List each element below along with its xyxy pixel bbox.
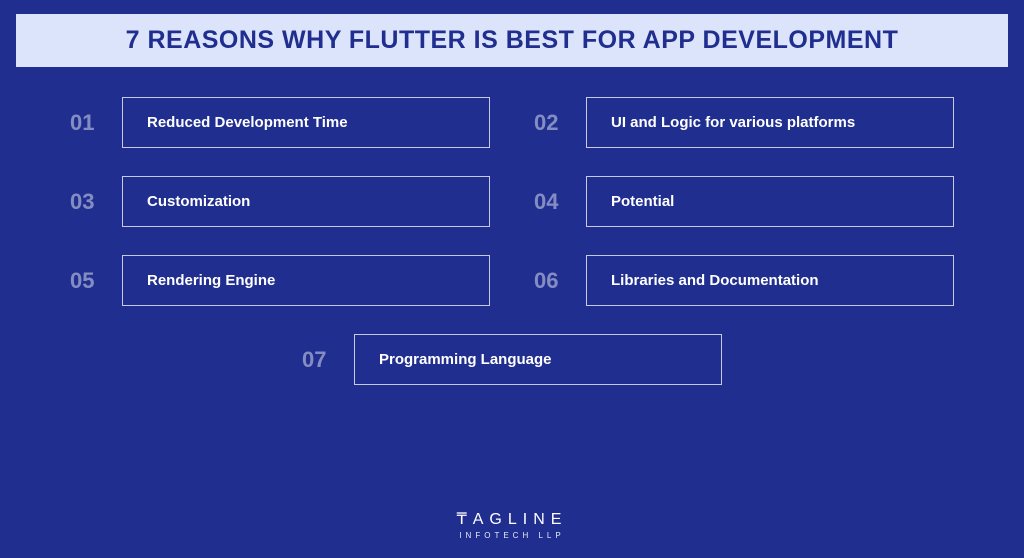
row-4: 07 Programming Language xyxy=(70,334,954,385)
reason-item-4: 04 Potential xyxy=(534,176,954,227)
reason-number: 06 xyxy=(534,268,568,294)
reason-number: 04 xyxy=(534,189,568,215)
reasons-grid: 01 Reduced Development Time 02 UI and Lo… xyxy=(0,67,1024,385)
reason-number: 01 xyxy=(70,110,104,136)
row-1: 01 Reduced Development Time 02 UI and Lo… xyxy=(70,97,954,148)
reason-box: Programming Language xyxy=(354,334,722,385)
title-bar: 7 REASONS WHY FLUTTER IS BEST FOR APP DE… xyxy=(16,14,1008,67)
logo: ₸AGLINE INFOTECH LLP xyxy=(457,509,568,540)
reason-item-6: 06 Libraries and Documentation xyxy=(534,255,954,306)
reason-box: Libraries and Documentation xyxy=(586,255,954,306)
logo-brand: ₸AGLINE xyxy=(457,509,568,529)
reason-item-5: 05 Rendering Engine xyxy=(70,255,490,306)
row-2: 03 Customization 04 Potential xyxy=(70,176,954,227)
reason-box: UI and Logic for various platforms xyxy=(586,97,954,148)
reason-number: 07 xyxy=(302,347,336,373)
logo-subtitle: INFOTECH LLP xyxy=(457,531,568,540)
reason-number: 05 xyxy=(70,268,104,294)
row-3: 05 Rendering Engine 06 Libraries and Doc… xyxy=(70,255,954,306)
page-title: 7 REASONS WHY FLUTTER IS BEST FOR APP DE… xyxy=(36,26,988,55)
reason-box: Reduced Development Time xyxy=(122,97,490,148)
reason-box: Customization xyxy=(122,176,490,227)
reason-number: 03 xyxy=(70,189,104,215)
reason-item-7: 07 Programming Language xyxy=(302,334,722,385)
reason-number: 02 xyxy=(534,110,568,136)
reason-item-1: 01 Reduced Development Time xyxy=(70,97,490,148)
reason-item-2: 02 UI and Logic for various platforms xyxy=(534,97,954,148)
reason-item-3: 03 Customization xyxy=(70,176,490,227)
reason-box: Potential xyxy=(586,176,954,227)
reason-box: Rendering Engine xyxy=(122,255,490,306)
